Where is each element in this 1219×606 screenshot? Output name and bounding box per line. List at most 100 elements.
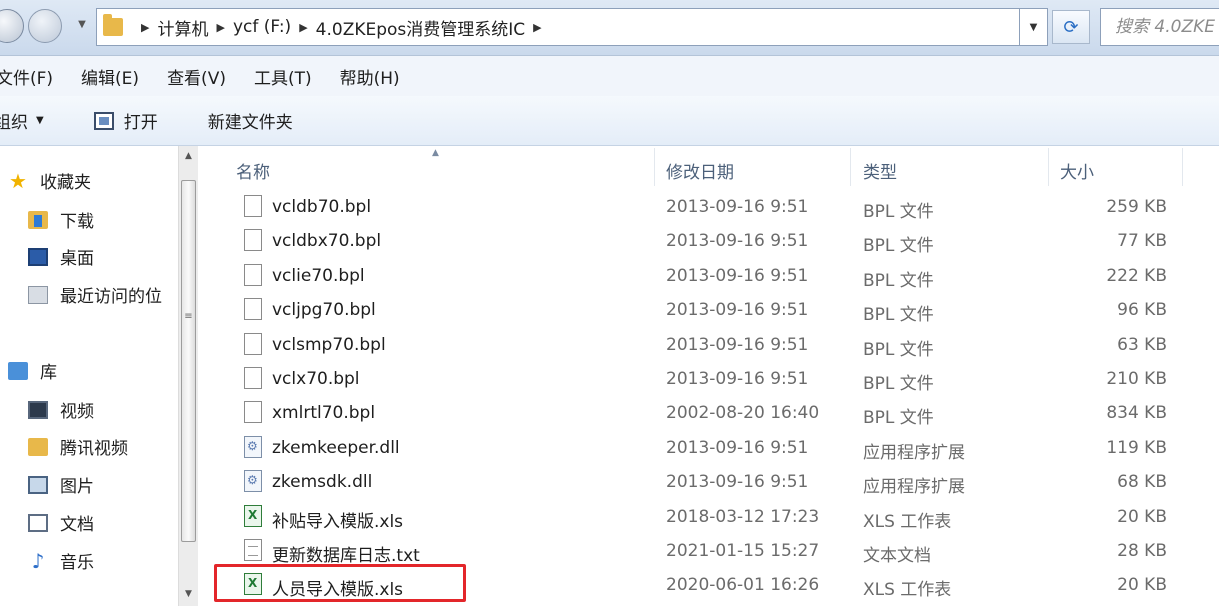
file-date: 2013-09-16 9:51	[666, 369, 809, 389]
file-row[interactable]: xmlrtl70.bpl 2002-08-20 16:40 BPL 文件 834 KB	[198, 396, 1219, 430]
downloads-folder-icon	[28, 210, 48, 229]
menu-edit[interactable]: 编辑(E)	[81, 64, 139, 89]
file-row[interactable]: 补贴导入模版.xls 2018-03-12 17:23 XLS 工作表 20 KB	[198, 500, 1219, 534]
library-icon	[8, 361, 28, 380]
breadcrumb-folder[interactable]: 4.0ZKEpos消费管理系统IC	[316, 15, 526, 40]
recent-pages-dropdown-icon[interactable]: ▼	[74, 16, 90, 34]
nav-label: 下载	[60, 212, 94, 232]
organize-button[interactable]: 组织 ▼	[0, 108, 44, 133]
menu-file[interactable]: 文件(F)	[0, 64, 53, 89]
column-name-header[interactable]: 名称	[236, 158, 270, 183]
file-row[interactable]: vcldb70.bpl 2013-09-16 9:51 BPL 文件 259 KB	[198, 190, 1219, 224]
chevron-right-icon[interactable]: ▶	[299, 21, 307, 34]
forward-button[interactable]	[28, 9, 62, 43]
file-name: vclsmp70.bpl	[272, 334, 386, 355]
file-row[interactable]: vclie70.bpl 2013-09-16 9:51 BPL 文件 222 KB	[198, 259, 1219, 293]
nav-pictures[interactable]: 图片	[28, 472, 94, 497]
navigation-pane: ★ 收藏夹 下载 桌面 最近访问的位 库 视频 腾讯视频 图片 文档 ♪ 音乐	[0, 146, 198, 606]
chevron-right-icon[interactable]: ▶	[216, 21, 224, 34]
chevron-right-icon[interactable]: ▶	[141, 21, 149, 34]
file-size: 28 KB	[1117, 541, 1167, 561]
back-button[interactable]	[0, 9, 24, 43]
file-row[interactable]: vclx70.bpl 2013-09-16 9:51 BPL 文件 210 KB	[198, 362, 1219, 396]
column-size-header[interactable]: 大小	[1060, 158, 1094, 183]
refresh-button[interactable]: ⟳	[1052, 10, 1090, 44]
file-size: 222 KB	[1106, 265, 1167, 286]
file-row[interactable]: vcljpg70.bpl 2013-09-16 9:51 BPL 文件 96 KB	[198, 293, 1219, 327]
search-input[interactable]: 搜索 4.0ZKE	[1100, 8, 1219, 46]
file-size: 259 KB	[1106, 197, 1167, 217]
breadcrumb-computer[interactable]: 计算机	[157, 15, 208, 40]
file-row[interactable]: vcldbx70.bpl 2013-09-16 9:51 BPL 文件 77 KB	[198, 224, 1219, 258]
menu-tools[interactable]: 工具(T)	[254, 64, 312, 89]
file-size: 68 KB	[1117, 472, 1167, 493]
nav-label: 音乐	[60, 553, 94, 573]
file-icon	[244, 263, 262, 286]
file-icon	[244, 298, 262, 321]
column-header-row: ▲ 名称 修改日期 类型 大小	[198, 146, 1219, 188]
file-row[interactable]: 更新数据库日志.txt 2021-01-15 15:27 文本文档 28 KB	[198, 534, 1219, 568]
file-type: 文本文档	[863, 546, 931, 566]
nav-recent[interactable]: 最近访问的位	[28, 282, 162, 307]
nav-favorites[interactable]: ★ 收藏夹	[8, 168, 91, 194]
folder-icon	[103, 14, 123, 36]
file-type: BPL 文件	[863, 236, 934, 257]
nav-videos[interactable]: 视频	[28, 397, 94, 422]
file-size: 20 KB	[1117, 506, 1167, 527]
file-row[interactable]: zkemkeeper.dll 2013-09-16 9:51 应用程序扩展 119 K…	[198, 431, 1219, 465]
nav-documents[interactable]: 文档	[28, 510, 94, 535]
column-divider[interactable]	[850, 148, 851, 186]
file-icon	[244, 367, 262, 389]
menu-bar: 文件(F) 编辑(E) 查看(V) 工具(T) 帮助(H)	[0, 56, 1219, 96]
file-size: 20 KB	[1117, 575, 1167, 596]
nav-label: 视频	[60, 402, 94, 422]
music-note-icon: ♪	[31, 548, 45, 573]
menu-view[interactable]: 查看(V)	[167, 64, 226, 89]
file-row[interactable]: 人员导入模版.xls 2020-06-01 16:26 XLS 工作表 20 KB	[198, 568, 1219, 602]
scroll-grip-icon: ≡	[184, 311, 193, 322]
text-file-icon	[244, 539, 262, 561]
nav-desktop[interactable]: 桌面	[28, 244, 94, 269]
breadcrumb-drive[interactable]: ycf (F:)	[233, 17, 291, 37]
column-type-header[interactable]: 类型	[863, 158, 897, 183]
new-folder-button[interactable]: 新建文件夹	[208, 108, 293, 133]
breadcrumb[interactable]: ▶ 计算机 ▶ ycf (F:) ▶ 4.0ZKEpos消费管理系统IC ▶	[96, 8, 1020, 46]
column-date-header[interactable]: 修改日期	[666, 158, 734, 183]
file-date: 2013-09-16 9:51	[666, 437, 809, 458]
file-name: xmlrtl70.bpl	[272, 403, 376, 424]
file-icon	[244, 401, 262, 424]
file-row[interactable]: zkemsdk.dll 2013-09-16 9:51 应用程序扩展 68 KB	[198, 465, 1219, 499]
nav-music[interactable]: ♪ 音乐	[28, 548, 94, 574]
file-row[interactable]: vclsmp70.bpl 2013-09-16 9:51 BPL 文件 63 KB	[198, 328, 1219, 362]
address-dropdown-icon[interactable]: ▼	[1020, 8, 1048, 46]
column-divider[interactable]	[1182, 148, 1183, 186]
scroll-down-icon[interactable]: ▼	[179, 584, 198, 604]
file-date: 2013-09-16 9:51	[666, 197, 809, 217]
chevron-right-icon[interactable]: ▶	[533, 21, 541, 34]
file-date: 2021-01-15 15:27	[666, 541, 820, 561]
nav-downloads[interactable]: 下载	[28, 207, 94, 232]
menu-help[interactable]: 帮助(H)	[340, 64, 400, 89]
open-button[interactable]: 打开	[93, 108, 158, 133]
caret-down-icon: ▼	[36, 115, 44, 126]
file-list: ▲ 名称 修改日期 类型 大小 vcldb70.bpl 2013-09-16 9:…	[198, 146, 1219, 606]
file-date: 2013-09-16 9:51	[666, 265, 809, 286]
file-date: 2002-08-20 16:40	[666, 403, 820, 424]
scroll-up-icon[interactable]: ▲	[179, 146, 198, 166]
file-name: 人员导入模版.xls	[272, 580, 404, 601]
document-icon	[28, 513, 48, 532]
file-date: 2013-09-16 9:51	[666, 334, 809, 355]
scroll-thumb[interactable]: ≡	[181, 180, 196, 542]
file-name: vcldbx70.bpl	[272, 231, 382, 252]
nav-label: 库	[40, 363, 57, 383]
nav-tencent-video[interactable]: 腾讯视频	[28, 434, 128, 459]
open-label: 打开	[123, 113, 158, 133]
column-divider[interactable]	[654, 148, 655, 186]
file-date: 2013-09-16 9:51	[666, 231, 809, 252]
file-size: 63 KB	[1117, 334, 1167, 355]
nav-scrollbar[interactable]: ▲ ≡ ▼	[178, 146, 198, 606]
file-size: 834 KB	[1106, 403, 1167, 424]
file-type: BPL 文件	[863, 408, 934, 429]
column-divider[interactable]	[1048, 148, 1049, 186]
nav-libraries[interactable]: 库	[8, 358, 57, 383]
